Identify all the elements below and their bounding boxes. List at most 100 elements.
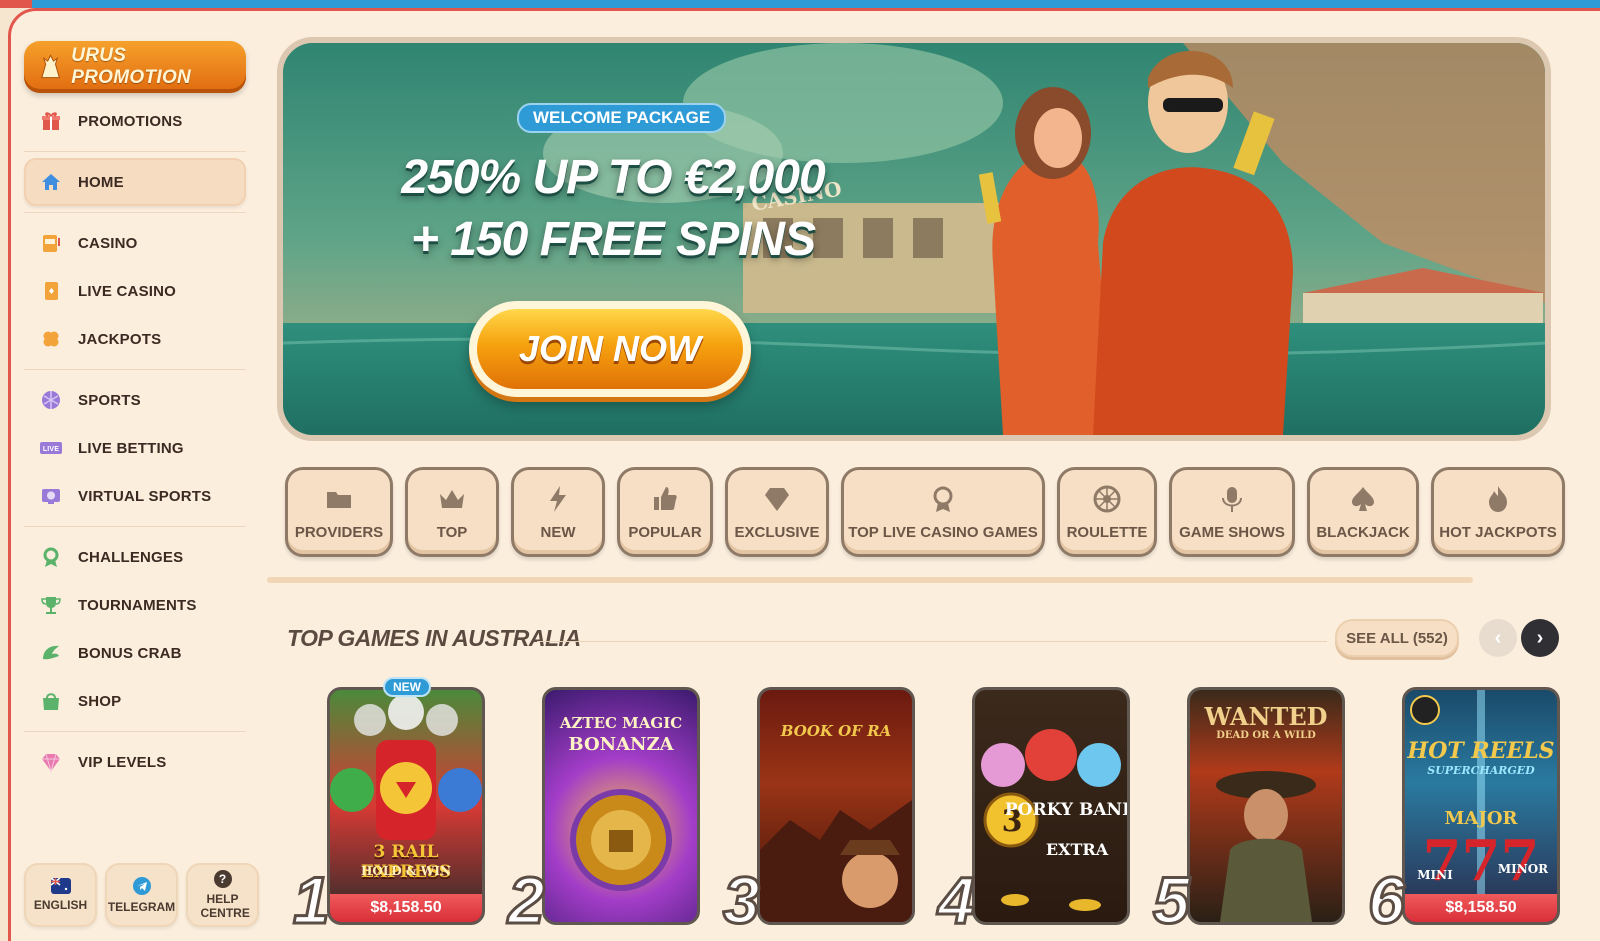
join-now-button[interactable]: JOIN NOW <box>469 301 751 397</box>
game-card-5[interactable]: WANTED DEAD OR A WILD 5 <box>1152 687 1345 935</box>
language-label: ENGLISH <box>33 898 88 912</box>
game-thumbnail[interactable]: 3 PORKY BANKS EXTRA <box>972 687 1130 925</box>
game-card-6[interactable]: 777 HOT REELS SUPERCHARGED MAJOR MINI MI… <box>1367 687 1560 935</box>
category-label: POPULAR <box>628 523 702 541</box>
game-art <box>570 789 672 891</box>
game-thumbnail[interactable]: 3 RAIL EXPRESS HOLD & WIN $8,158.50 <box>327 687 485 925</box>
sidebar-item-label: VIP LEVELS <box>78 753 167 771</box>
diamond-icon <box>40 751 62 773</box>
clover-icon <box>40 328 62 350</box>
urus-promotion-button[interactable]: URUS PROMOTION <box>24 41 246 93</box>
sidebar-item-challenges[interactable]: CHALLENGES <box>24 533 246 581</box>
top-color-strip <box>0 0 1600 8</box>
category-label: ROULETTE <box>1066 523 1148 541</box>
help-icon: ? <box>213 870 232 888</box>
category-label: NEW <box>540 523 576 541</box>
sidebar-item-label: CHALLENGES <box>78 548 184 566</box>
sidebar-item-home[interactable]: HOME <box>24 158 246 206</box>
crown-icon <box>440 489 464 508</box>
category-hot-jackpots[interactable]: HOT JACKPOTS <box>1431 467 1565 557</box>
game-art <box>330 694 482 840</box>
category-label: TOP LIVE CASINO GAMES <box>848 523 1038 541</box>
headline-line-2: + 150 FREE SPINS <box>410 213 816 266</box>
prev-arrow-button[interactable]: ‹ <box>1479 619 1517 657</box>
category-game-shows[interactable]: GAME SHOWS <box>1169 467 1295 557</box>
shopping-bag-icon <box>40 690 62 712</box>
fire-icon <box>1489 485 1507 512</box>
sidebar-item-label: SPORTS <box>78 391 141 409</box>
svg-text:777: 777 <box>1423 828 1540 894</box>
help-centre-button[interactable]: ? HELP CENTRE <box>186 863 259 927</box>
nav-group-main: PROMOTIONS HOME CASINO LIVE CASINO JACKP… <box>24 97 246 786</box>
category-popular[interactable]: POPULAR <box>617 467 713 557</box>
sidebar-item-live-casino[interactable]: LIVE CASINO <box>24 267 246 315</box>
ball-icon <box>40 389 62 411</box>
category-top-live-casino-games[interactable]: TOP LIVE CASINO GAMES <box>841 467 1045 557</box>
game-subtitle: SUPERCHARGED <box>1427 764 1535 777</box>
sidebar-item-shop[interactable]: SHOP <box>24 677 246 725</box>
rank-number: 5 <box>1152 863 1192 937</box>
game-thumbnail[interactable]: WANTED DEAD OR A WILD <box>1187 687 1345 925</box>
jackpot-tier-minor: MINOR <box>1497 862 1549 876</box>
app-frame: URUS PROMOTION PROMOTIONS HOME CASINO LI… <box>8 8 1600 941</box>
promo-banner[interactable]: CASINO WELCOME PACKAGE 250% UP TO €2,000… <box>277 37 1551 441</box>
sidebar-item-casino[interactable]: CASINO <box>24 219 246 267</box>
game-card-3[interactable]: BOOK OF RA 3 <box>722 687 915 935</box>
sidebar-item-live-betting[interactable]: LIVE LIVE BETTING <box>24 424 246 472</box>
rank-number: 3 <box>722 863 762 937</box>
game-card-1[interactable]: NEW 3 RAIL EXPRESS HOLD & WIN $8,158.50 … <box>292 677 485 935</box>
game-thumbnail[interactable]: BOOK OF RA <box>757 687 915 925</box>
category-exclusive[interactable]: EXCLUSIVE <box>725 467 829 557</box>
sidebar-item-jackpots[interactable]: JACKPOTS <box>24 315 246 363</box>
divider <box>24 526 246 527</box>
category-providers[interactable]: PROVIDERS <box>285 467 393 557</box>
game-card-2[interactable]: AZTEC MAGIC BONANZA 2 <box>507 687 700 935</box>
sidebar-item-label: CASINO <box>78 234 138 252</box>
sidebar-item-virtual-sports[interactable]: VIRTUAL SPORTS <box>24 472 246 520</box>
category-label: TOP <box>436 523 468 541</box>
game-art: 777 <box>1410 690 1540 922</box>
sidebar-item-label: BONUS CRAB <box>78 644 182 662</box>
game-thumbnail[interactable]: AZTEC MAGIC BONANZA <box>542 687 700 925</box>
award-icon <box>933 486 953 512</box>
see-all-button[interactable]: SEE ALL (552) <box>1335 619 1459 657</box>
help-centre-label: HELP CENTRE <box>200 892 250 920</box>
main-content: CASINO WELCOME PACKAGE 250% UP TO €2,000… <box>259 11 1600 941</box>
game-title: PORKY BANKS <box>1004 800 1127 820</box>
section-divider <box>537 641 1327 642</box>
divider <box>24 369 246 370</box>
category-blackjack[interactable]: BLACKJACK <box>1307 467 1419 557</box>
rank-number: 2 <box>507 863 547 937</box>
thumbs-up-icon <box>654 486 677 510</box>
sidebar-item-sports[interactable]: SPORTS <box>24 376 246 424</box>
game-thumbnail[interactable]: 777 HOT REELS SUPERCHARGED MAJOR MINI MI… <box>1402 687 1560 925</box>
live-icon: LIVE <box>40 437 62 459</box>
slot-machine-icon <box>40 232 62 254</box>
diamond-icon <box>765 487 789 511</box>
telegram-button[interactable]: TELEGRAM <box>105 863 178 927</box>
sidebar-item-label: PROMOTIONS <box>78 112 183 130</box>
next-arrow-button[interactable]: › <box>1521 619 1559 657</box>
language-button[interactable]: ENGLISH <box>24 863 97 927</box>
sidebar-bottom-buttons: ENGLISH TELEGRAM ? HELP CENTRE <box>24 863 259 927</box>
crab-claw-icon <box>40 642 62 664</box>
sidebar-item-bonus-crab[interactable]: BONUS CRAB <box>24 629 246 677</box>
jackpot-tier-major: MAJOR <box>1444 808 1518 829</box>
category-top[interactable]: TOP <box>405 467 499 557</box>
sidebar-item-tournaments[interactable]: TOURNAMENTS <box>24 581 246 629</box>
lightning-icon <box>550 485 566 512</box>
sidebar-item-label: SHOP <box>78 692 122 710</box>
category-scroll-track[interactable] <box>267 577 1473 583</box>
game-card-4[interactable]: 3 PORKY BANKS EXTRA 4 <box>937 687 1130 935</box>
telegram-icon <box>132 877 151 895</box>
game-subtitle: HOLD & WIN <box>361 864 451 878</box>
sidebar-item-label: VIRTUAL SPORTS <box>78 487 212 505</box>
bull-icon <box>41 54 60 79</box>
sidebar-item-label: HOME <box>78 173 124 191</box>
game-art <box>760 800 912 922</box>
category-roulette[interactable]: ROULETTE <box>1057 467 1157 557</box>
sidebar-item-promotions[interactable]: PROMOTIONS <box>24 97 246 145</box>
category-new[interactable]: NEW <box>511 467 605 557</box>
sidebar-item-vip-levels[interactable]: VIP LEVELS <box>24 738 246 786</box>
new-badge: NEW <box>383 677 431 697</box>
